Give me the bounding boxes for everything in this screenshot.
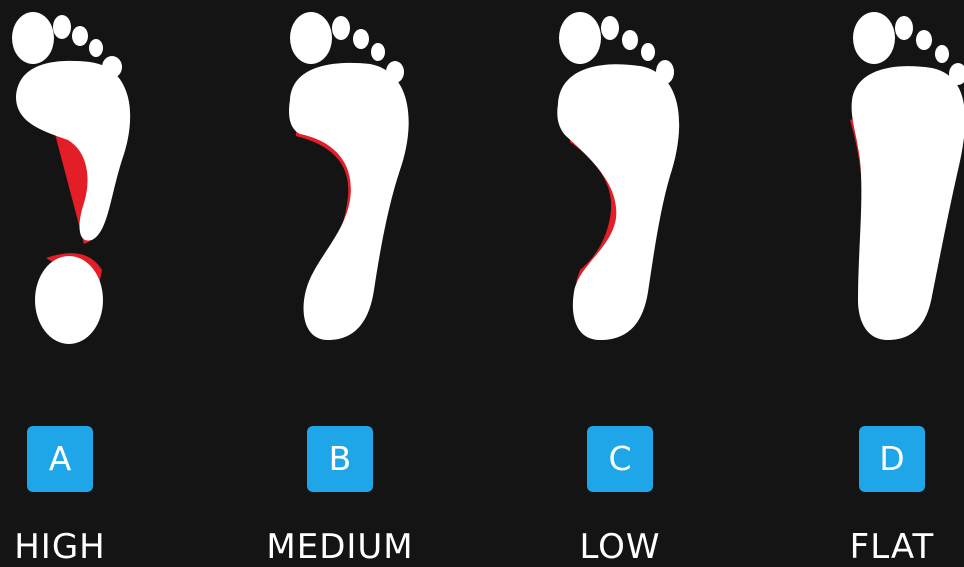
toe-print bbox=[72, 26, 88, 46]
foot-print bbox=[557, 64, 680, 340]
toe-print bbox=[935, 45, 949, 63]
arch-label-flat: FLAT bbox=[849, 527, 935, 567]
badge-b: B bbox=[307, 426, 373, 492]
arch-label-high: HIGH bbox=[14, 527, 106, 567]
badge-d: D bbox=[859, 426, 925, 492]
arch-type-flat: D FLAT bbox=[792, 0, 964, 567]
toe-print bbox=[641, 43, 655, 61]
big-toe-print bbox=[559, 12, 601, 64]
big-toe-print bbox=[290, 12, 332, 64]
arch-label-medium: MEDIUM bbox=[266, 527, 414, 567]
foot-arch-types-diagram: A HIGH B MEDIUM C LOW D FLAT bbox=[0, 0, 964, 567]
arch-type-medium: B MEDIUM bbox=[240, 0, 440, 567]
toe-print bbox=[353, 29, 369, 49]
toe-print bbox=[916, 30, 932, 50]
toe-print bbox=[601, 16, 619, 40]
toe-print bbox=[371, 43, 385, 61]
toe-print bbox=[895, 16, 913, 40]
arch-label-low: LOW bbox=[579, 527, 661, 567]
arch-type-high: A HIGH bbox=[0, 0, 160, 567]
high-arch-footprint-icon bbox=[12, 12, 131, 344]
big-toe-print bbox=[12, 12, 54, 64]
toe-print bbox=[622, 30, 638, 50]
foot-print bbox=[851, 66, 964, 340]
low-arch-footprint-icon bbox=[557, 12, 680, 340]
toe-print bbox=[53, 15, 71, 39]
toe-print bbox=[89, 39, 103, 57]
medium-arch-footprint-icon bbox=[289, 12, 409, 340]
big-toe-print bbox=[853, 12, 895, 64]
badge-a: A bbox=[27, 426, 93, 492]
flat-arch-footprint-icon bbox=[850, 12, 964, 340]
heel-print bbox=[35, 256, 103, 344]
arch-type-low: C LOW bbox=[520, 0, 720, 567]
toe-print bbox=[332, 16, 350, 40]
badge-c: C bbox=[587, 426, 653, 492]
